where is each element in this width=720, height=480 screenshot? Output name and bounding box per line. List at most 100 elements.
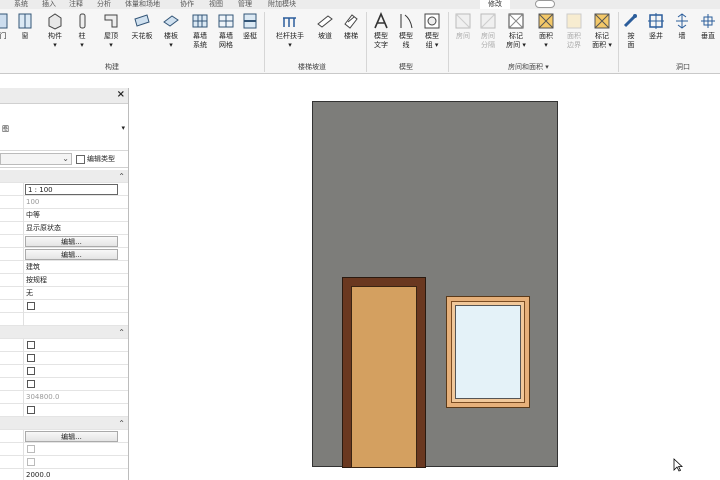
property-value[interactable]: 304800.0: [26, 391, 59, 404]
roof-icon: [102, 12, 120, 30]
roof-button[interactable]: 屋顶 ▾: [99, 12, 123, 50]
edit-type-icon: [76, 154, 85, 164]
property-edit-button[interactable]: 编辑...: [25, 249, 118, 260]
collapse-chevron-icon[interactable]: ⌃: [118, 417, 125, 430]
railing-button[interactable]: 栏杆扶手 ▾: [270, 12, 310, 50]
curtain-grid-button[interactable]: 幕墙 网格: [214, 12, 238, 50]
stair-icon: [342, 12, 360, 30]
curtain-system-button[interactable]: 幕墙 系统: [188, 12, 212, 50]
property-value[interactable]: 中等: [26, 209, 40, 222]
ribbon-tab-bar: 系统 插入 注释 分析 体量和场地 协作 视图 管理 附加模块 修改: [0, 0, 720, 9]
model-text-button[interactable]: 模型 文字: [370, 12, 392, 50]
tag-room-icon: [507, 12, 525, 30]
vertical-opening-button[interactable]: 垂直: [697, 12, 719, 41]
property-row: 建筑: [0, 261, 128, 274]
property-value[interactable]: 2000.0: [26, 469, 51, 480]
window-button[interactable]: 窗: [14, 12, 36, 41]
drawing-canvas[interactable]: [130, 88, 720, 480]
property-row: [0, 378, 128, 391]
tab-view[interactable]: 视图: [209, 0, 223, 9]
property-checkbox[interactable]: [27, 354, 35, 362]
property-row: [0, 339, 128, 352]
property-value[interactable]: 无: [26, 287, 33, 300]
property-row: 2000.0: [0, 469, 128, 480]
tab-analyze[interactable]: 分析: [97, 0, 111, 9]
model-group-button[interactable]: 模型 组 ▾: [420, 12, 444, 50]
tab-system[interactable]: 系统: [14, 0, 28, 9]
model-group-icon: [423, 12, 441, 30]
instance-filter-dropdown[interactable]: ⌄: [0, 153, 72, 165]
tab-modify[interactable]: 修改: [480, 0, 510, 9]
door-button[interactable]: 门: [0, 12, 12, 41]
property-row: [0, 404, 128, 417]
property-value[interactable]: 100: [26, 196, 39, 209]
model-line-icon: [397, 12, 415, 30]
property-checkbox: [27, 445, 35, 453]
property-label-cell: [0, 222, 24, 235]
door-leaf[interactable]: [351, 286, 417, 468]
tag-area-icon: [593, 12, 611, 30]
property-label-cell: [0, 404, 24, 417]
wall-elevation[interactable]: [312, 101, 558, 468]
mullion-button[interactable]: 竖梃: [240, 12, 260, 41]
collapse-chevron-icon[interactable]: ⌃: [118, 170, 125, 183]
tag-area-button[interactable]: 标记 面积 ▾: [589, 12, 615, 50]
tab-massing-site[interactable]: 体量和场地: [125, 0, 160, 9]
group-separator: [448, 12, 449, 72]
floor-button[interactable]: 楼板 ▾: [160, 12, 182, 50]
property-checkbox[interactable]: [27, 406, 35, 414]
property-value[interactable]: 显示原状态: [26, 222, 61, 235]
property-row: 编辑...: [0, 235, 128, 248]
property-group-header[interactable]: ⌃: [0, 326, 128, 339]
type-selector[interactable]: 图 ▾: [0, 104, 128, 151]
property-value[interactable]: 建筑: [26, 261, 40, 274]
window-glass: [455, 305, 521, 399]
door-frame[interactable]: [342, 277, 426, 468]
column-button[interactable]: 柱 ▾: [73, 12, 91, 50]
ramp-button[interactable]: 坡道: [314, 12, 336, 41]
group-separator: [618, 12, 619, 72]
property-label-cell: [0, 365, 24, 378]
property-row: [0, 352, 128, 365]
property-edit-button[interactable]: 编辑...: [25, 236, 118, 247]
property-label-cell: [0, 261, 24, 274]
view-toggle-icon[interactable]: [535, 0, 555, 8]
group-label-rooms[interactable]: 房间和面积 ▾: [508, 62, 549, 72]
tag-room-button[interactable]: 标记 房间 ▾: [503, 12, 529, 50]
area-button[interactable]: 面积 ▾: [533, 12, 559, 50]
property-group-header[interactable]: ⌃: [0, 170, 128, 183]
property-value[interactable]: 按规程: [26, 274, 47, 287]
stair-button[interactable]: 楼梯: [340, 12, 362, 41]
property-checkbox[interactable]: [27, 367, 35, 375]
property-group-header[interactable]: ⌃: [0, 417, 128, 430]
property-row: [0, 313, 128, 326]
property-checkbox[interactable]: [27, 341, 35, 349]
shaft-button[interactable]: 竖井: [645, 12, 667, 41]
railing-icon: [281, 12, 299, 30]
property-row: 中等: [0, 209, 128, 222]
type-selector-name: 图: [2, 125, 9, 133]
by-face-button[interactable]: 按 面: [621, 12, 641, 50]
component-button[interactable]: 构件 ▾: [44, 12, 66, 50]
wall-opening-button[interactable]: 墙: [672, 12, 692, 41]
chevron-down-icon: ▾: [121, 124, 125, 132]
window[interactable]: [446, 296, 530, 408]
close-icon[interactable]: ×: [117, 89, 125, 100]
tab-addins[interactable]: 附加模块: [268, 0, 296, 9]
collapse-chevron-icon[interactable]: ⌃: [118, 326, 125, 339]
property-edit-button[interactable]: 编辑...: [25, 431, 118, 442]
model-line-button[interactable]: 模型 线: [395, 12, 417, 50]
property-checkbox[interactable]: [27, 302, 35, 310]
tab-collaborate[interactable]: 协作: [180, 0, 194, 9]
tab-insert[interactable]: 插入: [42, 0, 56, 9]
ceiling-button[interactable]: 天花板: [128, 12, 156, 41]
properties-filter-row: ⌄ 编辑类型: [0, 151, 128, 168]
property-value-input[interactable]: 1 : 100: [25, 184, 118, 195]
property-row: 304800.0: [0, 391, 128, 404]
edit-type-button[interactable]: 编辑类型: [76, 153, 115, 165]
tab-manage[interactable]: 管理: [238, 0, 252, 9]
property-checkbox[interactable]: [27, 380, 35, 388]
property-label-cell: [0, 274, 24, 287]
tab-annotate[interactable]: 注释: [69, 0, 83, 9]
room-button: 房间: [452, 12, 474, 41]
